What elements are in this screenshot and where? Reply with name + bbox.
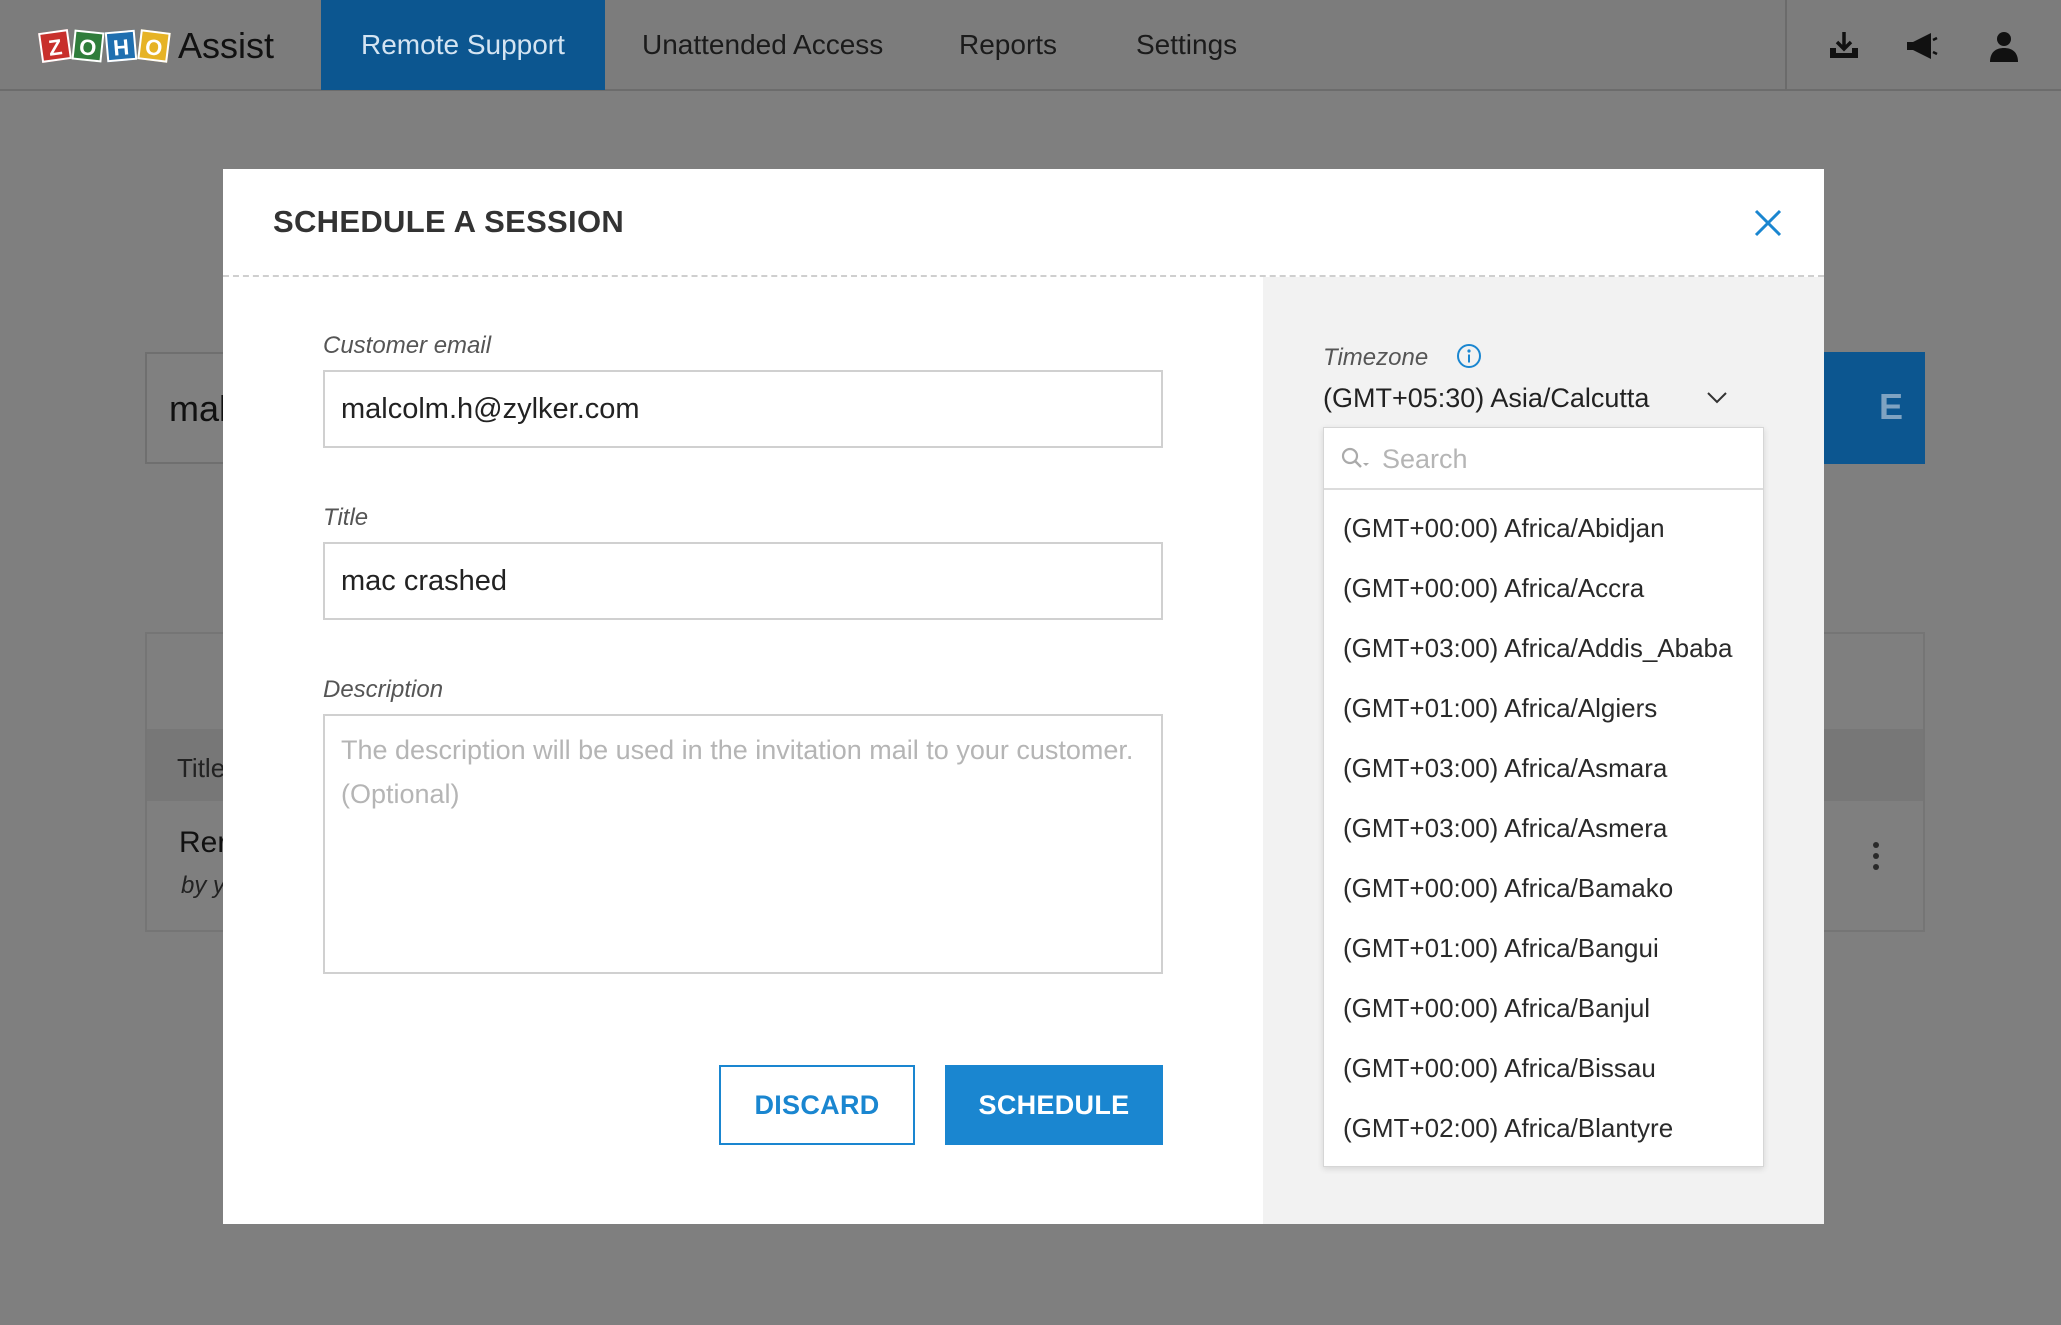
top-navigation-bar: Z O H O Assist Remote Support Unattended… [0, 0, 2061, 91]
timezone-option[interactable]: (GMT+00:00) Africa/Bamako [1324, 868, 1763, 928]
more-options-icon [1873, 842, 1881, 876]
logo-letter: H [104, 29, 138, 63]
close-icon[interactable] [1752, 207, 1784, 239]
timezone-selected-value: (GMT+05:30) Asia/Calcutta [1323, 383, 1650, 413]
timezone-option[interactable]: (GMT+01:00) Africa/Algiers [1324, 688, 1763, 748]
timezone-option[interactable]: (GMT+00:00) Africa/Accra [1324, 568, 1763, 628]
schedule-button[interactable]: SCHEDULE [945, 1065, 1163, 1145]
timezone-option[interactable]: (GMT+00:00) Africa/Banjul [1324, 988, 1763, 1048]
search-icon [1341, 447, 1369, 468]
discard-button[interactable]: DISCARD [719, 1065, 915, 1145]
customer-email-field[interactable] [323, 370, 1163, 448]
timezone-search-bar [1324, 428, 1763, 490]
timezone-option[interactable]: (GMT+03:00) Africa/Addis_Ababa [1324, 628, 1763, 688]
dialog-header: SCHEDULE A SESSION [223, 169, 1824, 277]
download-icon[interactable] [1826, 28, 1862, 64]
description-label: Description [323, 676, 444, 703]
session-form: Customer email Title Description DISCARD… [223, 277, 1263, 1224]
logo-letter: O [137, 29, 171, 63]
timezone-search-input[interactable] [1382, 440, 1742, 478]
timezone-option[interactable]: (GMT+02:00) Africa/Blantyre [1324, 1108, 1763, 1168]
info-icon[interactable] [1456, 343, 1482, 369]
timezone-option[interactable]: (GMT+03:00) Africa/Asmara [1324, 748, 1763, 808]
timezone-select[interactable]: (GMT+05:30) Asia/Calcutta [1323, 377, 1743, 417]
description-field[interactable] [323, 714, 1163, 974]
timezone-option[interactable]: (GMT+00:00) Africa/Abidjan [1324, 508, 1763, 568]
timezone-options-list: (GMT+00:00) Africa/Abidjan (GMT+00:00) A… [1324, 508, 1763, 1168]
background-row-title: Rer [179, 826, 228, 859]
title-field[interactable] [323, 542, 1163, 620]
tab-settings[interactable]: Settings [1136, 0, 1237, 90]
title-label: Title [323, 504, 369, 531]
announcement-icon[interactable] [1904, 28, 1940, 64]
background-search-text: mal [169, 388, 228, 429]
timezone-label: Timezone [1323, 344, 1429, 371]
background-column-title: Title [177, 753, 226, 783]
timezone-dropdown: (GMT+00:00) Africa/Abidjan (GMT+00:00) A… [1323, 427, 1764, 1167]
timezone-panel: Timezone (GMT+05:30) Asia/Calcutta Searc… [1263, 277, 1824, 1224]
tab-reports[interactable]: Reports [959, 0, 1057, 90]
nav-divider [1785, 0, 1787, 90]
timezone-option[interactable]: (GMT+03:00) Africa/Asmera [1324, 808, 1763, 868]
logo-wordmark: Assist [178, 25, 275, 66]
tab-unattended-access[interactable]: Unattended Access [642, 0, 883, 90]
tab-remote-support[interactable]: Remote Support [321, 0, 605, 90]
chevron-down-icon [1707, 392, 1727, 404]
zoho-assist-logo[interactable]: Z O H O Assist [38, 22, 275, 70]
background-button-text: E [1878, 386, 1903, 427]
timezone-option[interactable]: (GMT+01:00) Africa/Bangui [1324, 928, 1763, 988]
logo-letter: Z [38, 29, 72, 63]
user-icon[interactable] [1986, 28, 2022, 64]
dialog-title: SCHEDULE A SESSION [273, 204, 625, 239]
timezone-option[interactable]: (GMT+00:00) Africa/Bissau [1324, 1048, 1763, 1108]
schedule-session-dialog: SCHEDULE A SESSION Customer email Title … [223, 169, 1824, 1224]
logo-letter: O [71, 29, 105, 63]
customer-email-label: Customer email [323, 332, 492, 359]
